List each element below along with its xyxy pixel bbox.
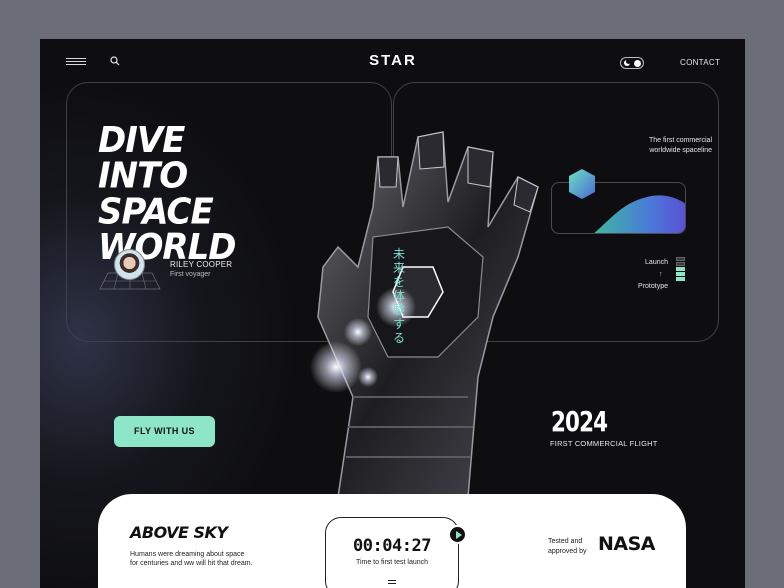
theme-toggle[interactable] [620,57,644,69]
tested-caption: Tested and approved by [548,537,587,557]
about-title: ABOVE SKY [130,523,228,542]
landing-page: STAR CONTACT DIVE INTO SPACE WORLD RILEY… [40,39,745,588]
toggle-knob [634,59,641,67]
arrow-up-icon: ↑ [659,271,663,278]
level-bar [676,267,685,271]
avatar [114,249,145,280]
moon-icon [624,59,631,66]
top-nav: STAR CONTACT [40,39,745,85]
headline-line-1: DIVE INTO [98,119,188,198]
play-button[interactable] [448,525,467,544]
tested-line-1: Tested and [548,538,583,545]
fly-with-us-button[interactable]: FLY WITH US [114,416,215,447]
voyager-role: First voyager [170,271,211,278]
voyager-avatar-block [98,249,162,291]
japanese-vertical-text: 未来を体験する [392,247,405,345]
countdown-timer: 00:04:27 [353,536,431,556]
voyager-name: RILEY COOPER [170,260,233,269]
spaceline-caption: The first commercial worldwide spaceline [600,136,712,156]
prototype-label: Prototype [638,283,668,290]
about-text-line-2: for centuries and ww will hit that dream… [130,560,253,567]
search-icon[interactable] [110,56,120,66]
level-bar [676,272,685,276]
milestone-year: 2024 [551,405,608,438]
headline-line-2: SPACE [98,190,214,233]
about-text: Humans were dreaming about space for cen… [130,550,270,568]
contact-link[interactable]: CONTACT [680,58,720,67]
about-text-line-1: Humans were dreaming about space [130,551,245,558]
spaceline-line-2: worldwide spaceline [649,147,712,154]
progress-levels [676,257,686,282]
level-bar [676,257,685,261]
countdown-caption: Time to first test launch [355,559,429,566]
nasa-logo: NASA [598,533,656,555]
spaceline-line-1: The first commercial [648,137,712,144]
robot-hand-image [310,131,539,497]
launch-label: Launch [645,259,668,266]
hero-headline: DIVE INTO SPACE WORLD [98,123,278,266]
level-bar [676,277,685,281]
milestone-caption: FIRST COMMERCIAL FLIGHT [550,439,658,448]
tested-line-2: approved by [548,548,587,555]
brand-logo[interactable]: STAR [364,52,422,69]
menu-lines-icon [388,580,396,586]
hamburger-menu-icon[interactable] [66,58,86,67]
hexagon-icon [569,169,595,199]
level-bar [676,262,685,266]
